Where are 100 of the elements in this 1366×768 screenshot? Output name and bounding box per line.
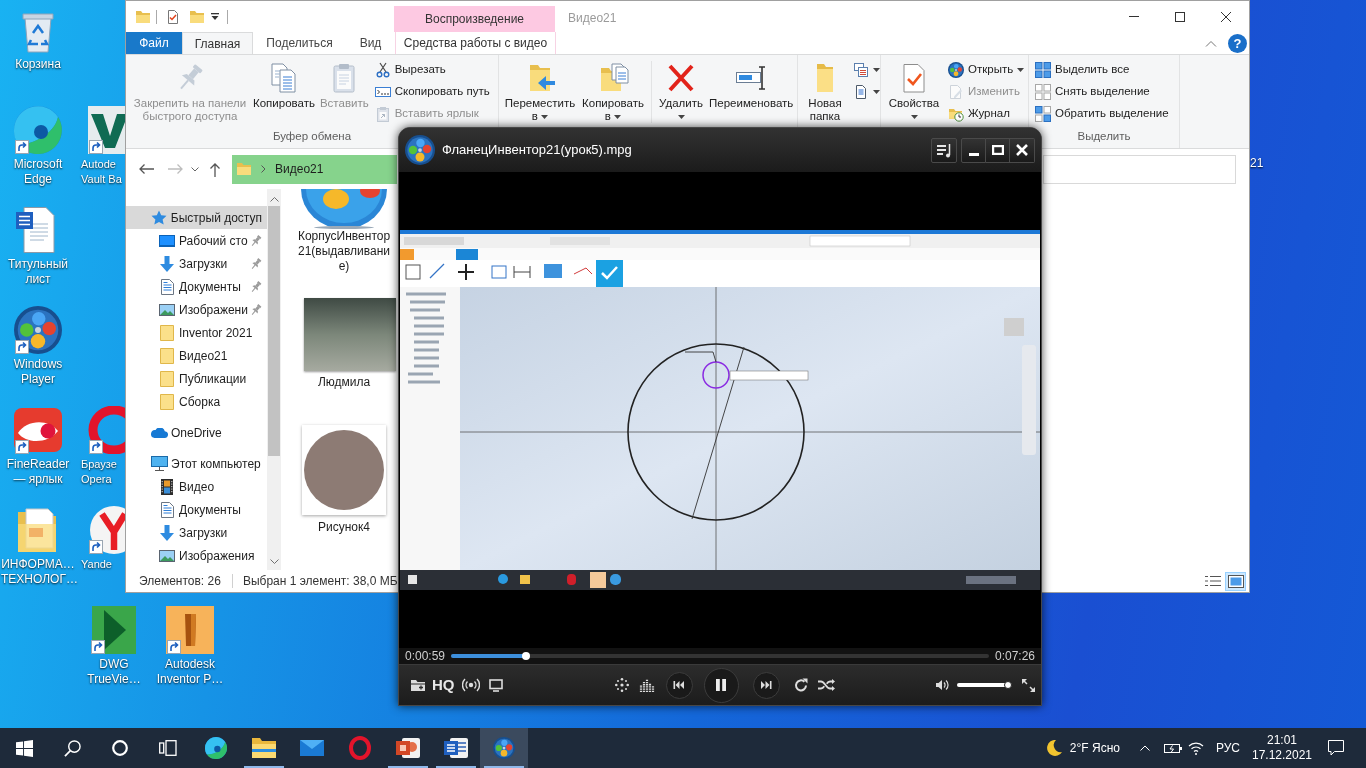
nav-item[interactable]: Публикации (126, 367, 267, 390)
scrollbar[interactable] (267, 189, 281, 570)
nav-item[interactable]: Документы (126, 275, 267, 298)
clock-date[interactable]: 17.12.2021 (1251, 748, 1313, 763)
next-button[interactable] (752, 671, 780, 699)
nav-item[interactable]: Загрузки (126, 521, 267, 544)
details-view-icon (1204, 575, 1221, 587)
nav-item[interactable]: Видео (126, 475, 267, 498)
folder-icon (236, 162, 252, 176)
scrollbar-thumb[interactable] (268, 206, 280, 456)
notification-icon[interactable] (1328, 740, 1344, 756)
folder-icon (160, 393, 174, 410)
task-view-icon[interactable] (159, 740, 177, 756)
nav-item[interactable]: Inventor 2021 (126, 321, 267, 344)
broadcast-icon[interactable] (461, 678, 480, 692)
checked-page-icon[interactable] (165, 8, 181, 25)
cloud-icon (150, 427, 168, 438)
file-menu-tab[interactable]: Файл (126, 32, 182, 54)
window-title: ФланецИнвентор21(урок5).mpg (442, 141, 632, 160)
ribbon-tab[interactable]: Главная (182, 32, 253, 54)
weather-text[interactable]: 2°F Ясно (1069, 739, 1120, 757)
speaker-icon[interactable] (936, 679, 949, 691)
up-arrow-icon[interactable] (209, 161, 221, 177)
nav-item[interactable]: Видео21 (126, 344, 267, 367)
nav-item[interactable]: Сборка (126, 390, 267, 413)
playlist-button[interactable] (931, 137, 957, 163)
ribbon-button[interactable]: Выделить все (1033, 59, 1171, 81)
icon-label: Microsoft Edge (12, 157, 64, 187)
chevron-right-icon[interactable] (261, 165, 266, 173)
maximize-button[interactable] (986, 137, 1010, 163)
close-button[interactable] (1010, 137, 1035, 163)
repeat-icon[interactable] (793, 678, 808, 692)
search-field[interactable] (1043, 154, 1236, 184)
start-icon[interactable] (15, 739, 33, 757)
expand-icon[interactable] (1022, 678, 1035, 692)
input-language[interactable]: РУС (1215, 739, 1240, 757)
nav-item[interactable]: Этот компьютер (126, 452, 267, 475)
quality-button[interactable]: HQ (432, 676, 455, 694)
ribbon-button[interactable]: Журнал (946, 103, 1027, 125)
close-icon[interactable] (1221, 11, 1231, 22)
search-icon[interactable] (63, 739, 81, 757)
nav-item[interactable]: Быстрый доступ (126, 206, 267, 229)
elapsed-time: 0:00:59 (405, 649, 446, 663)
maximize-icon[interactable] (1175, 11, 1185, 22)
ribbon-button[interactable]: Удалить (656, 55, 706, 129)
breadcrumb-item[interactable]: Видео21 (275, 160, 324, 178)
ribbon-button[interactable]: Свойства (886, 55, 942, 129)
arrow-tile-logo-icon[interactable] (90, 606, 138, 654)
file-name[interactable]: Рисунок4 (297, 520, 391, 535)
clock-time[interactable]: 21:01 (1267, 733, 1297, 748)
help-button[interactable]: ? (1228, 33, 1247, 53)
view-button[interactable] (1225, 571, 1246, 591)
ribbon-button[interactable]: Открыть (946, 59, 1027, 81)
ribbon-tab[interactable]: Вид (346, 32, 395, 54)
pause-icon (715, 678, 727, 692)
icon-label: Браузе Opera (81, 457, 118, 487)
wifi-icon[interactable] (1187, 741, 1204, 755)
minimize-icon (968, 152, 979, 156)
caret-icon[interactable] (191, 166, 199, 172)
ribbon-button[interactable]: Снять выделение (1033, 81, 1171, 103)
customize-caret-icon[interactable] (211, 12, 219, 21)
eye-logo-icon[interactable] (14, 406, 62, 454)
ribbon-button[interactable]: Копировать (252, 55, 316, 129)
address-bar[interactable]: Видео21 (232, 154, 397, 184)
progress-thumb[interactable] (522, 652, 531, 660)
swirl-logo-icon[interactable] (14, 106, 62, 154)
grid-icon (1035, 62, 1051, 78)
picture-icon (159, 303, 175, 316)
ribbon-button[interactable]: Скопировать путь (372, 81, 492, 103)
icon-label: Autodesk Inventor P… (155, 657, 225, 687)
nav-item[interactable]: Рабочий сто (126, 229, 267, 252)
moon-icon[interactable] (1045, 740, 1062, 756)
file-name[interactable]: КорпусИнвентор21(выдавливание) (297, 229, 391, 274)
shuffle-icon[interactable] (817, 679, 835, 691)
nav-item[interactable]: OneDrive (126, 421, 267, 444)
ribbon-button[interactable]: Обратить выделение (1033, 103, 1171, 125)
back-arrow-icon[interactable] (138, 163, 154, 175)
progress-track[interactable] (451, 654, 989, 658)
icon-label: Титульный лист (6, 257, 70, 287)
nav-item[interactable]: Документы (126, 498, 267, 521)
column-logo-icon[interactable] (166, 606, 214, 654)
ribbon-tab[interactable]: Поделиться (253, 32, 346, 54)
battery-icon[interactable] (1163, 742, 1182, 754)
file-name[interactable]: Людмила (297, 375, 391, 390)
player-logo-icon[interactable] (14, 306, 62, 354)
pause-button[interactable] (703, 667, 739, 703)
ring-logo-icon[interactable] (88, 406, 125, 454)
folder-icon[interactable] (410, 678, 426, 692)
monitor-icon (150, 456, 168, 471)
nav-item[interactable]: Изображения (126, 544, 267, 567)
minimize-button[interactable] (961, 137, 986, 163)
nav-item[interactable]: Загрузки (126, 252, 267, 275)
ring-icon[interactable] (112, 740, 128, 756)
equalizer-icon[interactable] (638, 678, 655, 692)
nav-item[interactable]: Изображени (126, 298, 267, 321)
ribbon-button[interactable]: Вырезать (372, 59, 492, 81)
sparkle-icon[interactable] (614, 678, 629, 692)
volume-thumb[interactable] (1003, 681, 1012, 689)
monitor-icon[interactable] (488, 678, 503, 692)
previous-button[interactable] (665, 671, 693, 699)
